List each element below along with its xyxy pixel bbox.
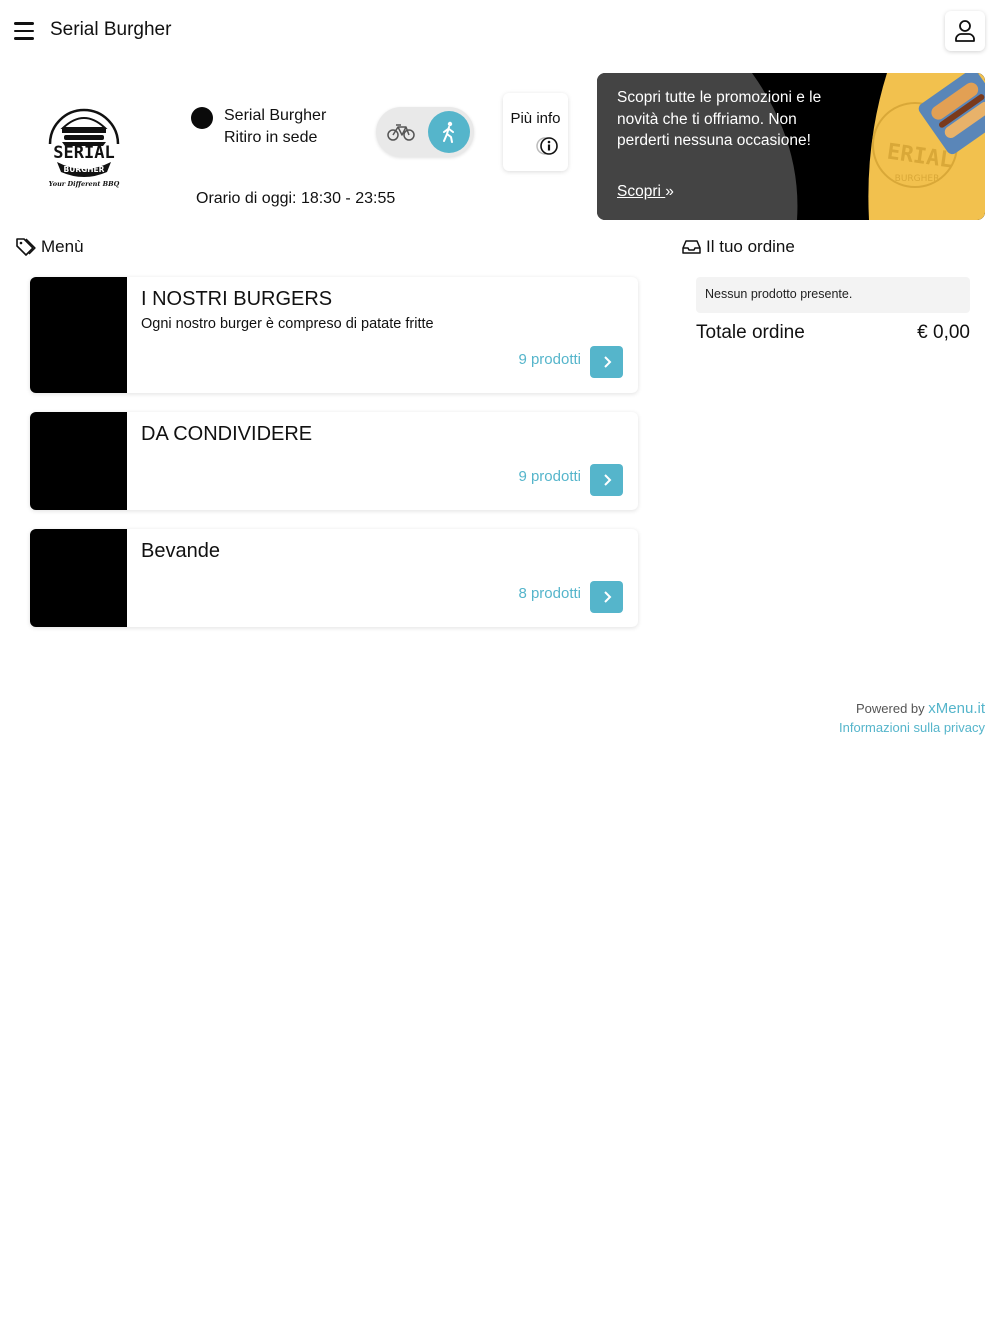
store-logo: SERIAL BURGHER Your Different BBQ <box>37 102 131 190</box>
category-title: I NOSTRI BURGERS <box>141 288 333 310</box>
user-icon <box>955 20 975 42</box>
order-total-label: Totale ordine <box>696 322 805 343</box>
walking-icon <box>443 121 454 143</box>
store-name: Serial Burgher <box>224 107 327 124</box>
account-button[interactable] <box>945 11 985 51</box>
delivery-mode-toggle[interactable] <box>376 107 474 157</box>
powered-by-label: Powered by <box>856 701 925 716</box>
category-description: Ogni nostro burger è compreso di patate … <box>141 316 434 332</box>
promo-link-label: Scopri <box>617 183 661 200</box>
bicycle-icon <box>387 124 415 141</box>
category-product-count: 8 prodotti <box>518 585 581 602</box>
more-info-label: Più info <box>510 110 561 127</box>
menu-heading: Menù <box>15 237 84 257</box>
powered-by: Powered by xMenu.it <box>856 700 985 717</box>
order-heading-label: Il tuo ordine <box>706 237 795 256</box>
category-card[interactable]: I NOSTRI BURGERS Ogni nostro burger è co… <box>30 277 638 393</box>
double-chevron-right-icon: » <box>665 183 674 200</box>
top-bar: Serial Burgher <box>0 0 1000 62</box>
order-total-value: € 0,00 <box>917 322 970 343</box>
chevron-right-icon <box>603 356 611 368</box>
menu-heading-label: Menù <box>41 237 84 256</box>
order-heading: Il tuo ordine <box>682 237 795 257</box>
order-empty-message: Nessun prodotto presente. <box>696 277 970 313</box>
category-product-count: 9 prodotti <box>518 351 581 368</box>
inbox-icon <box>682 240 701 254</box>
opening-hours: Orario di oggi: 18:30 - 23:55 <box>196 190 396 207</box>
category-title: Bevande <box>141 540 220 562</box>
privacy-link[interactable]: Informazioni sulla privacy <box>839 720 985 735</box>
xmenu-link[interactable]: xMenu.it <box>928 700 985 717</box>
category-image <box>30 412 127 510</box>
category-image <box>30 529 127 627</box>
svg-text:BURGHER: BURGHER <box>895 174 940 184</box>
chevron-right-icon <box>603 474 611 486</box>
logo-subtext: BURGHER <box>64 165 105 174</box>
category-card[interactable]: Bevande 8 prodotti <box>30 529 638 627</box>
menu-icon[interactable] <box>14 22 34 40</box>
store-status-dot <box>191 107 213 129</box>
more-info-button[interactable]: Più info <box>503 93 568 171</box>
chevron-right-icon <box>603 591 611 603</box>
category-title: DA CONDIVIDERE <box>141 423 313 445</box>
logo-tagline: Your Different BBQ <box>49 180 120 188</box>
info-icon <box>536 137 558 155</box>
promo-discover-link[interactable]: Scopri » <box>617 183 674 201</box>
category-open-button[interactable] <box>590 346 623 378</box>
category-product-count: 9 prodotti <box>518 468 581 485</box>
pickup-option[interactable] <box>428 111 470 153</box>
promo-banner[interactable]: ERIAL BURGHER Scopri tutte le promozioni… <box>597 73 985 220</box>
category-card[interactable]: DA CONDIVIDERE 9 prodotti <box>30 412 638 510</box>
delivery-option[interactable] <box>386 117 416 147</box>
tag-icon <box>16 238 36 256</box>
promo-text: Scopri tutte le promozioni e le novità c… <box>617 89 822 149</box>
app-title: Serial Burgher <box>50 19 172 40</box>
category-image <box>30 277 127 393</box>
logo-text: SERIAL <box>53 143 114 163</box>
store-mode: Ritiro in sede <box>224 129 318 146</box>
category-open-button[interactable] <box>590 464 623 496</box>
category-open-button[interactable] <box>590 581 623 613</box>
